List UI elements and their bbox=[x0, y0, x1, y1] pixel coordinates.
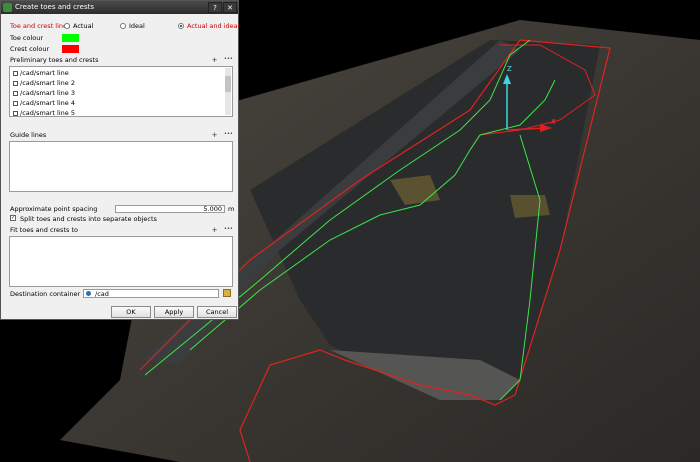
dialog-titlebar[interactable]: Create toes and crests ? ✕ bbox=[1, 1, 238, 14]
line-icon bbox=[13, 80, 18, 86]
preliminary-scrollbar[interactable] bbox=[225, 68, 231, 115]
preliminary-list[interactable]: /cad/smart line /cad/smart line 2 /cad/s… bbox=[9, 66, 233, 117]
list-item[interactable]: /cad/smart line 3 bbox=[13, 89, 75, 97]
line-icon bbox=[13, 90, 18, 96]
ok-button[interactable]: OK bbox=[111, 306, 151, 318]
split-checkbox[interactable]: ✓ bbox=[10, 215, 16, 221]
point-spacing-input[interactable]: 5.000 bbox=[115, 205, 225, 213]
toe-crest-lines-label: Toe and crest lines bbox=[10, 22, 71, 30]
fit-toes-crests-label: Fit toes and crests to bbox=[10, 226, 78, 234]
app-icon bbox=[3, 3, 12, 12]
radio-actual-label: Actual bbox=[73, 22, 94, 30]
list-item[interactable]: /cad/smart line 4 bbox=[13, 99, 75, 107]
guide-lines-list[interactable] bbox=[9, 141, 233, 192]
help-button[interactable]: ? bbox=[208, 2, 222, 13]
close-button[interactable]: ✕ bbox=[223, 2, 237, 13]
guide-lines-label: Guide lines bbox=[10, 131, 47, 139]
axis-z-label: Z bbox=[507, 65, 512, 73]
scrollbar-thumb[interactable] bbox=[225, 76, 231, 92]
line-icon bbox=[13, 110, 18, 116]
line-icon bbox=[13, 70, 18, 76]
radio-actual[interactable] bbox=[64, 23, 70, 29]
list-item[interactable]: /cad/smart line bbox=[13, 69, 69, 77]
split-checkbox-label: Split toes and crests into separate obje… bbox=[20, 215, 157, 223]
line-icon bbox=[13, 100, 18, 106]
browse-folder-icon[interactable] bbox=[223, 289, 231, 297]
crest-colour-label: Crest colour bbox=[10, 45, 50, 53]
list-item[interactable]: /cad/smart line 2 bbox=[13, 79, 75, 87]
container-icon bbox=[86, 291, 91, 296]
cancel-button[interactable]: Cancel bbox=[197, 306, 237, 318]
dialog-title: Create toes and crests bbox=[15, 3, 95, 11]
guide-add-button[interactable]: + bbox=[211, 132, 218, 139]
fit-add-button[interactable]: + bbox=[211, 227, 218, 234]
destination-container-value: /cad bbox=[95, 290, 109, 298]
radio-actual-and-ideal[interactable] bbox=[178, 23, 184, 29]
toe-colour-swatch[interactable] bbox=[62, 34, 79, 42]
radio-ideal[interactable] bbox=[120, 23, 126, 29]
radio-ideal-label: Ideal bbox=[129, 22, 145, 30]
guide-more-button[interactable]: ••• bbox=[224, 131, 233, 138]
destination-container-field[interactable]: /cad bbox=[83, 289, 219, 298]
preliminary-more-button[interactable]: ••• bbox=[224, 56, 233, 63]
point-spacing-unit: m bbox=[228, 205, 235, 213]
fit-list[interactable] bbox=[9, 236, 233, 287]
create-toes-and-crests-dialog: Create toes and crests ? ✕ Toe and crest… bbox=[0, 0, 239, 320]
fit-more-button[interactable]: ••• bbox=[224, 226, 233, 233]
crest-colour-swatch[interactable] bbox=[62, 45, 79, 53]
destination-container-label: Destination container bbox=[10, 290, 81, 298]
point-spacing-label: Approximate point spacing bbox=[10, 205, 98, 213]
preliminary-add-button[interactable]: + bbox=[211, 57, 218, 64]
apply-button[interactable]: Apply bbox=[154, 306, 194, 318]
axis-x-label: X bbox=[551, 118, 556, 126]
toe-colour-label: Toe colour bbox=[10, 34, 44, 42]
list-item[interactable]: /cad/smart line 5 bbox=[13, 109, 75, 117]
preliminary-toes-crests-label: Preliminary toes and crests bbox=[10, 56, 99, 64]
radio-actual-and-ideal-label: Actual and ideal bbox=[187, 22, 240, 30]
